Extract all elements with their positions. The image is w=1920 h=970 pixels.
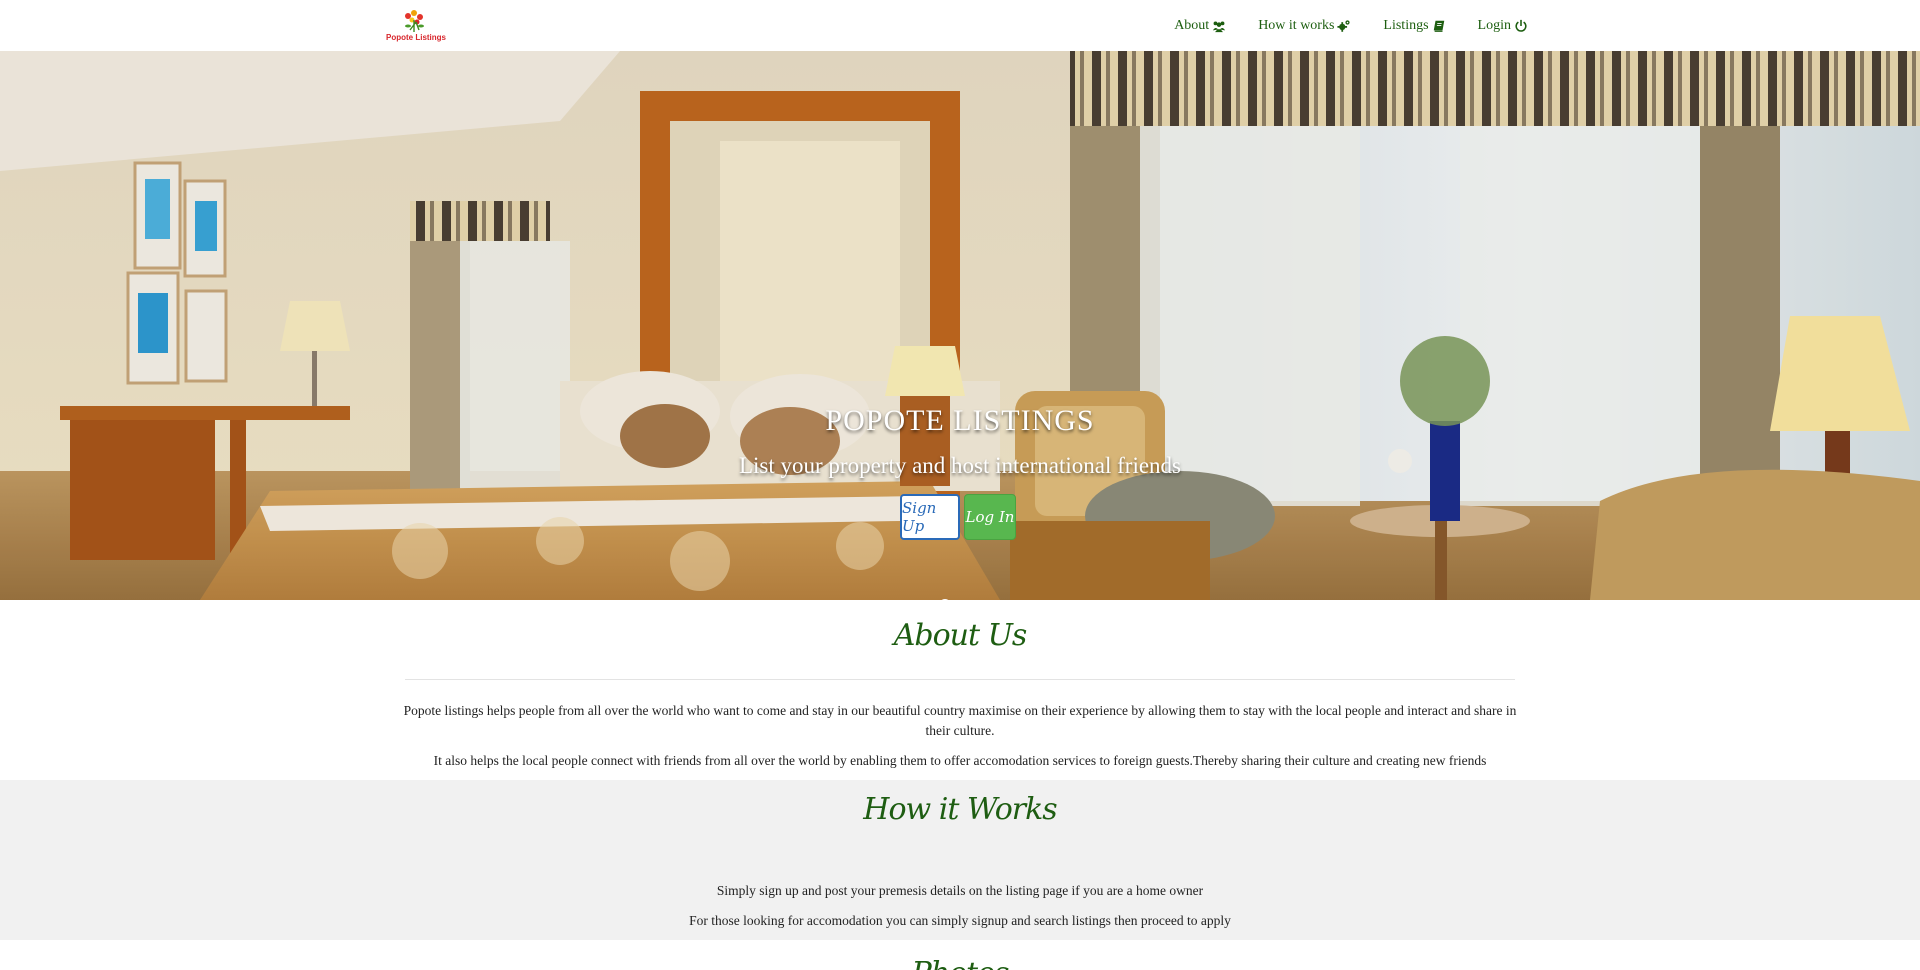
- signup-button[interactable]: Sign Up: [900, 494, 960, 540]
- about-divider: [405, 679, 1515, 680]
- nav-listings-label: Listings: [1383, 17, 1429, 33]
- nav-listings[interactable]: Listings: [1383, 18, 1445, 34]
- login-button[interactable]: Log In: [964, 494, 1016, 540]
- book-icon: [1433, 20, 1444, 32]
- hero-subtitle: List your property and host internationa…: [738, 453, 1181, 478]
- nav-menu: About How it works Listings Login: [1174, 0, 1528, 51]
- about-section: About Us Popote listings helps people fr…: [0, 600, 1920, 780]
- nav-how-it-works[interactable]: How it works: [1258, 18, 1351, 34]
- cogs-icon: [1337, 19, 1351, 32]
- nav-login-label: Login: [1477, 17, 1511, 33]
- flower-logo-icon: [405, 10, 424, 32]
- users-icon: [1213, 20, 1226, 32]
- brand-logo-text: Popote Listings: [386, 33, 446, 42]
- power-icon: [1515, 19, 1527, 32]
- nav-about-label: About: [1174, 17, 1210, 33]
- how-paragraph-2: For those looking for accomodation you c…: [689, 913, 1231, 928]
- brand-logo[interactable]: Popote Listings: [386, 8, 446, 42]
- about-paragraph-2: It also helps the local people connect w…: [433, 753, 1487, 768]
- navbar: Popote Listings About How it works Listi…: [0, 0, 1920, 52]
- photos-title: Photos: [0, 956, 1920, 970]
- about-title: About Us: [893, 618, 1028, 653]
- how-it-works-section: How it Works Simply sign up and post you…: [0, 780, 1920, 940]
- hero-actions: Sign Up Log In: [900, 494, 1016, 540]
- about-paragraph-1: Popote listings helps people from all ov…: [403, 703, 1517, 738]
- hero-carousel: POPOTE LISTINGS List your property and h…: [0, 51, 1920, 600]
- nav-how-label: How it works: [1258, 17, 1335, 33]
- nav-login[interactable]: Login: [1478, 18, 1528, 34]
- how-paragraph-1: Simply sign up and post your premesis de…: [716, 883, 1204, 898]
- how-title: How it Works: [863, 792, 1057, 827]
- nav-about[interactable]: About: [1174, 18, 1226, 34]
- photos-section: Photos: [0, 940, 1920, 970]
- hero-title: POPOTE LISTINGS: [825, 404, 1095, 437]
